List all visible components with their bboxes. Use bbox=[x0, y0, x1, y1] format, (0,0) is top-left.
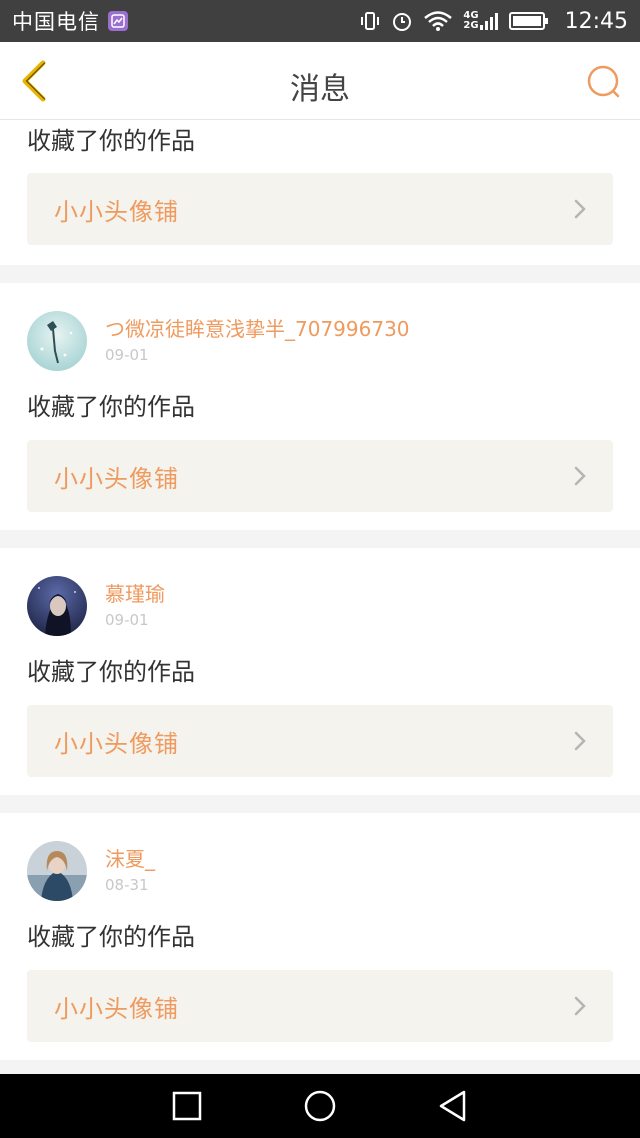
work-name: 小小头像铺 bbox=[54, 994, 179, 1023]
username[interactable]: つ微凉徒眸意浅挚半_707996730 bbox=[105, 317, 410, 341]
user-row: 慕瑾瑜 09-01 bbox=[27, 576, 613, 636]
avatar[interactable] bbox=[27, 311, 87, 371]
notification-card: 收藏了你的作品 小小头像铺 bbox=[0, 120, 640, 265]
work-link[interactable]: 小小头像铺 bbox=[27, 970, 613, 1042]
page-title: 消息 bbox=[290, 72, 350, 107]
app-header: 消息 bbox=[0, 42, 640, 120]
username[interactable]: 慕瑾瑜 bbox=[105, 582, 165, 606]
work-name: 小小头像铺 bbox=[54, 464, 179, 493]
work-name: 小小头像铺 bbox=[54, 729, 179, 758]
notification-app-icon bbox=[108, 11, 128, 31]
avatar[interactable] bbox=[27, 841, 87, 901]
user-meta: 慕瑾瑜 09-01 bbox=[105, 576, 165, 630]
notification-action-text: 收藏了你的作品 bbox=[27, 393, 195, 421]
notification-card: 慕瑾瑜 09-01 收藏了你的作品 小小头像铺 bbox=[0, 548, 640, 795]
timestamp: 09-01 bbox=[105, 346, 149, 364]
recent-apps-button[interactable] bbox=[157, 1076, 217, 1136]
work-link[interactable]: 小小头像铺 bbox=[27, 440, 613, 512]
work-link[interactable]: 小小头像铺 bbox=[27, 173, 613, 245]
user-meta: 沫夏_ 08-31 bbox=[105, 841, 155, 895]
user-meta: つ微凉徒眸意浅挚半_707996730 09-01 bbox=[105, 311, 410, 365]
network-type-bottom: 2G bbox=[463, 20, 479, 31]
user-row: 沫夏_ 08-31 bbox=[27, 841, 613, 901]
notification-card: つ微凉徒眸意浅挚半_707996730 09-01 收藏了你的作品 小小头像铺 bbox=[0, 283, 640, 530]
notification-action-text: 收藏了你的作品 bbox=[27, 923, 195, 951]
status-icons: 4G 2G 12:45 bbox=[359, 9, 628, 34]
username[interactable]: 沫夏_ bbox=[105, 847, 155, 871]
work-name: 小小头像铺 bbox=[54, 197, 179, 226]
triangle-back-icon bbox=[440, 1090, 466, 1122]
alarm-icon bbox=[391, 10, 413, 32]
signal-icon: 4G 2G bbox=[463, 10, 498, 32]
avatar[interactable] bbox=[27, 576, 87, 636]
notification-card: 沫夏_ 08-31 收藏了你的作品 小小头像铺 bbox=[0, 813, 640, 1060]
chevron-right-icon bbox=[573, 730, 587, 752]
work-link[interactable]: 小小头像铺 bbox=[27, 705, 613, 777]
home-button[interactable] bbox=[290, 1076, 350, 1136]
chevron-right-icon bbox=[573, 995, 587, 1017]
search-icon bbox=[587, 65, 620, 98]
system-nav-bar bbox=[0, 1074, 640, 1138]
search-button[interactable] bbox=[584, 62, 624, 102]
chevron-right-icon bbox=[573, 465, 587, 487]
notification-list: 收藏了你的作品 小小头像铺 つ微凉徒眸意浅挚半_707996730 09-01 … bbox=[0, 120, 640, 1060]
carrier-label: 中国电信 bbox=[12, 10, 100, 34]
vibrate-icon bbox=[359, 10, 381, 32]
timestamp: 08-31 bbox=[105, 876, 149, 894]
chevron-right-icon bbox=[573, 198, 587, 220]
status-bar: 中国电信 4G 2G 12:45 bbox=[0, 0, 640, 42]
circle-home-icon bbox=[304, 1090, 336, 1122]
wifi-icon bbox=[423, 10, 453, 32]
system-back-button[interactable] bbox=[423, 1076, 483, 1136]
battery-icon bbox=[508, 11, 549, 31]
timestamp: 09-01 bbox=[105, 611, 149, 629]
notification-action-text: 收藏了你的作品 bbox=[27, 127, 195, 155]
notification-action-text: 收藏了你的作品 bbox=[27, 658, 195, 686]
square-recent-apps-icon bbox=[172, 1091, 201, 1121]
user-row: つ微凉徒眸意浅挚半_707996730 09-01 bbox=[27, 311, 613, 371]
app-root: 中国电信 4G 2G 12:45 消息 收藏了你的作品 小小头像铺 つ微凉徒眸意… bbox=[0, 0, 640, 1138]
clock-time: 12:45 bbox=[564, 8, 628, 34]
